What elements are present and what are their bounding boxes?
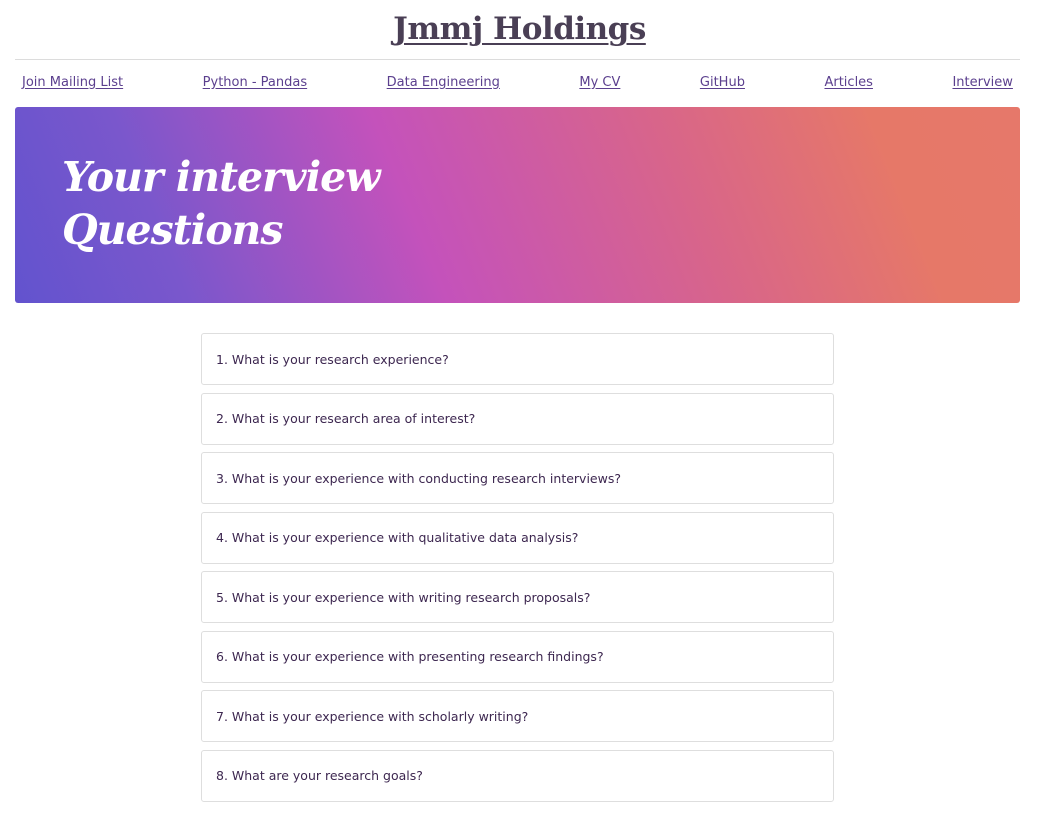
question-item-3[interactable]: 3. What is your experience with conducti… xyxy=(201,452,834,504)
nav-data-engineering[interactable]: Data Engineering xyxy=(387,75,500,90)
nav-join-mailing-list[interactable]: Join Mailing List xyxy=(22,75,123,90)
hero-title: Your interview Questions xyxy=(62,151,422,257)
question-item-4[interactable]: 4. What is your experience with qualitat… xyxy=(201,511,834,564)
hero-title-line2: Questions xyxy=(62,206,283,254)
nav-articles[interactable]: Articles xyxy=(824,75,872,90)
hero-banner: Your interview Questions xyxy=(15,107,1020,303)
question-item-1[interactable]: 1. What is your research experience? xyxy=(201,333,834,385)
question-text: 6. What is your experience with presenti… xyxy=(216,649,604,664)
main-nav: Join Mailing List Python - Pandas Data E… xyxy=(22,72,1013,92)
site-title-link[interactable]: Jmmj Holdings xyxy=(0,8,1039,50)
hero-title-line1: Your interview xyxy=(62,153,381,201)
nav-my-cv[interactable]: My CV xyxy=(579,75,620,90)
nav-python-pandas[interactable]: Python - Pandas xyxy=(203,75,307,90)
question-text: 3. What is your experience with conducti… xyxy=(216,470,621,486)
question-item-8[interactable]: 8. What are your research goals? xyxy=(201,749,834,802)
nav-interview[interactable]: Interview xyxy=(952,75,1012,90)
question-item-2[interactable]: 2. What is your research area of interes… xyxy=(201,392,834,445)
question-item-5[interactable]: 5. What is your experience with writing … xyxy=(201,571,834,623)
header-divider xyxy=(15,59,1020,60)
question-text: 2. What is your research area of interes… xyxy=(216,411,476,426)
question-item-7[interactable]: 7. What is your experience with scholarl… xyxy=(201,690,834,742)
nav-github[interactable]: GitHub xyxy=(700,75,745,90)
question-list: 1. What is your research experience? 2. … xyxy=(201,333,834,809)
question-item-6[interactable]: 6. What is your experience with presenti… xyxy=(201,630,834,683)
question-text: 1. What is your research experience? xyxy=(216,351,449,367)
question-text: 4. What is your experience with qualitat… xyxy=(216,530,579,545)
question-text: 8. What are your research goals? xyxy=(216,768,423,783)
question-text: 7. What is your experience with scholarl… xyxy=(216,708,529,724)
question-text: 5. What is your experience with writing … xyxy=(216,589,591,605)
